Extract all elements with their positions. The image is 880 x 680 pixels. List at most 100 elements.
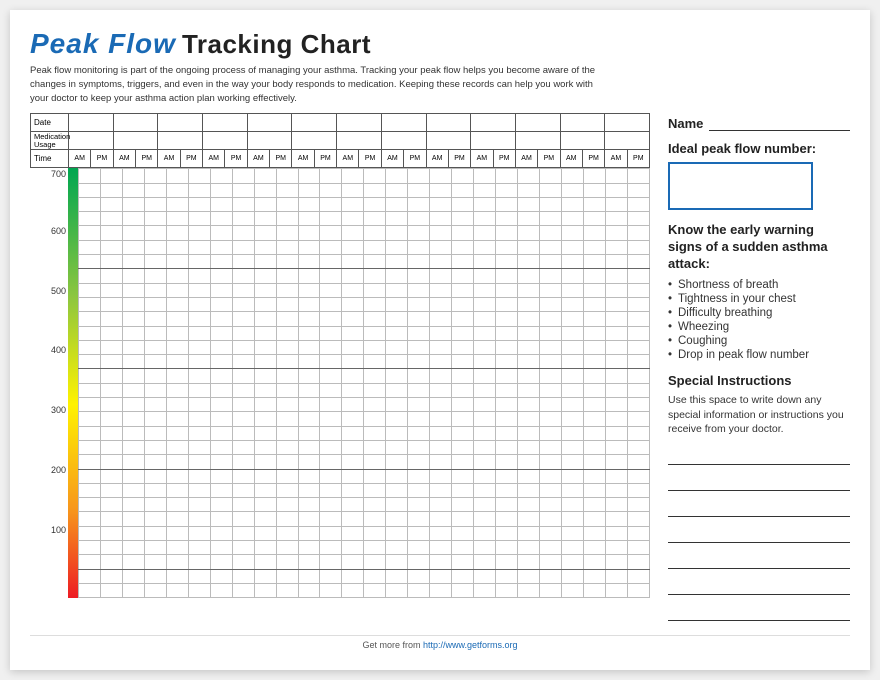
data-row	[79, 383, 650, 397]
data-cell	[276, 526, 298, 540]
data-cell	[254, 512, 276, 526]
data-cell	[430, 383, 452, 397]
data-cell	[210, 312, 232, 326]
data-cell	[605, 583, 627, 597]
write-line-3[interactable]	[668, 497, 850, 517]
chart-header-table: Date	[30, 113, 650, 168]
data-cell	[496, 569, 518, 583]
data-cell	[540, 355, 562, 369]
data-cell	[474, 555, 496, 569]
data-cell	[518, 169, 540, 183]
data-cell	[386, 455, 408, 469]
data-cell	[386, 440, 408, 454]
data-cell	[298, 355, 320, 369]
data-cell	[342, 440, 364, 454]
data-cell	[518, 498, 540, 512]
data-cell	[364, 426, 386, 440]
data-cell	[364, 526, 386, 540]
data-cell	[474, 355, 496, 369]
data-cell	[561, 169, 583, 183]
data-cell	[276, 455, 298, 469]
data-cell	[342, 340, 364, 354]
write-line-2[interactable]	[668, 471, 850, 491]
data-cell	[430, 197, 452, 211]
data-cell	[540, 383, 562, 397]
name-label: Name	[668, 116, 703, 131]
data-cell	[474, 226, 496, 240]
data-cell	[583, 569, 605, 583]
data-cell	[474, 183, 496, 197]
data-cell	[496, 369, 518, 383]
data-cell	[188, 312, 210, 326]
data-cell	[430, 355, 452, 369]
data-cell	[342, 197, 364, 211]
data-cell	[276, 498, 298, 512]
data-cell	[583, 526, 605, 540]
data-cell	[605, 398, 627, 412]
data-cell	[496, 555, 518, 569]
write-line-5[interactable]	[668, 549, 850, 569]
data-row	[79, 526, 650, 540]
data-cell	[342, 297, 364, 311]
data-cell	[100, 469, 122, 483]
name-input-line[interactable]	[709, 115, 850, 131]
data-cell	[540, 398, 562, 412]
data-cell	[166, 240, 188, 254]
warning-title: Know the early warning signs of a sudden…	[668, 222, 850, 273]
data-cell	[276, 569, 298, 583]
data-cell	[561, 255, 583, 269]
ideal-peak-flow-box[interactable]	[668, 162, 813, 210]
data-cell	[342, 240, 364, 254]
data-cell	[188, 255, 210, 269]
data-cell	[320, 426, 342, 440]
data-cell	[232, 283, 254, 297]
data-cell	[430, 169, 452, 183]
data-cell	[100, 569, 122, 583]
data-cell	[276, 212, 298, 226]
name-row: Name	[668, 115, 850, 131]
data-cell	[79, 555, 101, 569]
data-cell	[561, 469, 583, 483]
data-cell	[144, 326, 166, 340]
write-line-7[interactable]	[668, 601, 850, 621]
data-cell	[452, 212, 474, 226]
data-cell	[79, 498, 101, 512]
data-cell	[540, 197, 562, 211]
data-cell	[79, 383, 101, 397]
data-cell	[144, 426, 166, 440]
data-cell	[408, 426, 430, 440]
data-cell	[232, 340, 254, 354]
data-cell	[540, 240, 562, 254]
footer-link[interactable]: http://www.getforms.org	[423, 640, 518, 650]
write-line-6[interactable]	[668, 575, 850, 595]
data-cell	[583, 498, 605, 512]
data-cell	[561, 355, 583, 369]
data-cell	[122, 283, 144, 297]
data-cell	[561, 440, 583, 454]
write-line-4[interactable]	[668, 523, 850, 543]
data-cell	[210, 469, 232, 483]
data-cell	[496, 340, 518, 354]
data-cell	[561, 569, 583, 583]
data-cell	[188, 483, 210, 497]
data-cell	[232, 355, 254, 369]
data-cell	[144, 255, 166, 269]
data-cell	[188, 197, 210, 211]
data-cell	[298, 440, 320, 454]
write-line-1[interactable]	[668, 445, 850, 465]
data-cell	[518, 183, 540, 197]
data-row	[79, 355, 650, 369]
data-cell	[100, 398, 122, 412]
data-cell	[254, 426, 276, 440]
data-cell	[583, 269, 605, 283]
data-cell	[474, 526, 496, 540]
data-cell	[188, 283, 210, 297]
data-cell	[232, 412, 254, 426]
data-cell	[188, 269, 210, 283]
data-cell	[342, 355, 364, 369]
data-cell	[166, 340, 188, 354]
data-cell	[518, 255, 540, 269]
data-cell	[254, 197, 276, 211]
data-cell	[540, 340, 562, 354]
data-cell	[254, 369, 276, 383]
